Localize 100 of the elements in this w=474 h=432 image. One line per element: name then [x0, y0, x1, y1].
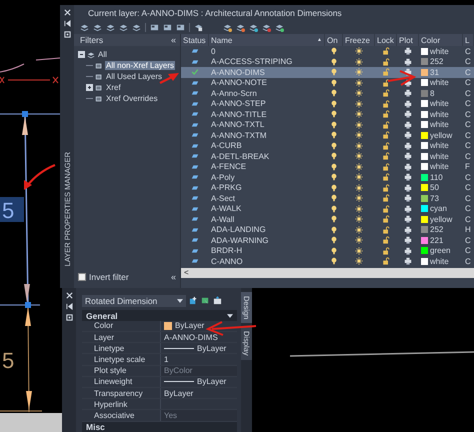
padlock-icon[interactable] — [382, 120, 390, 129]
color-swatch[interactable] — [421, 68, 428, 76]
color-swatch[interactable] — [421, 48, 428, 55]
sun-icon[interactable] — [355, 89, 363, 98]
printer-icon[interactable] — [404, 47, 412, 56]
color-swatch[interactable] — [421, 247, 428, 254]
padlock-icon[interactable] — [382, 257, 390, 266]
invert-filter-checkbox[interactable] — [78, 273, 86, 281]
auto-hide-icon[interactable] — [66, 303, 72, 310]
layer-row[interactable]: A-FENCE white F — [181, 162, 474, 172]
grip-handle[interactable] — [25, 302, 31, 308]
padlock-icon[interactable] — [382, 226, 390, 234]
section-header[interactable]: Misc — [82, 422, 237, 432]
property-value[interactable]: A-ANNO-DIMS — [164, 332, 218, 342]
printer-icon[interactable] — [404, 78, 412, 87]
column-header[interactable]: L — [465, 36, 470, 44]
layer-row[interactable]: A-ANNO-NOTE white C — [181, 78, 474, 88]
sun-icon[interactable] — [355, 120, 363, 129]
padlock-icon[interactable] — [382, 68, 390, 76]
printer-icon[interactable] — [404, 236, 412, 244]
layer-row[interactable]: ADA-LANDING 252 H — [181, 224, 474, 235]
sun-icon[interactable] — [355, 184, 363, 192]
layer-row[interactable]: A-ANNO-TXTL white C — [181, 120, 474, 130]
tree-toggle[interactable] — [78, 51, 85, 58]
property-value[interactable]: 1 — [164, 354, 168, 364]
color-swatch[interactable] — [421, 58, 428, 66]
sun-icon[interactable] — [355, 257, 363, 266]
column-header[interactable]: Freeze — [345, 36, 370, 44]
printer-icon[interactable] — [404, 257, 412, 266]
lightbulb-icon[interactable] — [330, 226, 338, 234]
printer-icon[interactable] — [404, 173, 412, 182]
sun-icon[interactable] — [355, 131, 363, 140]
quick-select-icon[interactable] — [189, 296, 198, 306]
printer-icon[interactable] — [404, 162, 412, 171]
tree-item[interactable]: All non-Xref Layers — [105, 61, 176, 70]
sun-icon[interactable] — [355, 100, 363, 108]
padlock-icon[interactable] — [382, 194, 390, 202]
color-swatch[interactable] — [421, 110, 428, 118]
sun-icon[interactable] — [355, 110, 363, 118]
lightbulb-icon[interactable] — [330, 194, 338, 202]
column-header[interactable]: Plot — [399, 36, 413, 44]
lightbulb-icon[interactable] — [330, 131, 338, 140]
column-header[interactable]: Color — [421, 36, 440, 44]
padlock-icon[interactable] — [382, 246, 390, 255]
layer-row[interactable]: A-ANNO-TXTM yellow C — [181, 130, 474, 140]
layer-row[interactable]: A-ANNO-TITLE white C — [181, 109, 474, 120]
printer-icon[interactable] — [404, 152, 412, 160]
printer-icon[interactable] — [404, 68, 412, 76]
lightbulb-icon[interactable] — [330, 100, 338, 108]
lightbulb-icon[interactable] — [330, 246, 338, 255]
tree-toggle[interactable] — [86, 84, 93, 91]
tree-item[interactable]: Xref — [105, 83, 122, 92]
layer-row[interactable]: A-CURB white C — [181, 140, 474, 151]
layer-row[interactable]: A-WALK cyan C — [181, 204, 474, 214]
sun-icon[interactable] — [355, 142, 363, 150]
sun-icon[interactable] — [355, 68, 363, 76]
close-icon[interactable] — [64, 9, 70, 16]
padlock-icon[interactable] — [382, 47, 390, 56]
lightbulb-icon[interactable] — [330, 58, 338, 66]
color-swatch[interactable] — [421, 90, 428, 97]
lightbulb-icon[interactable] — [330, 47, 338, 56]
object-type-dropdown[interactable]: Rotated Dimension — [82, 294, 186, 307]
padlock-icon[interactable] — [382, 215, 390, 224]
property-value[interactable]: ByLayer — [197, 377, 226, 386]
close-icon[interactable] — [66, 292, 72, 299]
lightbulb-icon[interactable] — [330, 68, 338, 76]
sun-icon[interactable] — [355, 162, 363, 171]
auto-hide-icon[interactable] — [64, 20, 70, 27]
padlock-icon[interactable] — [382, 100, 390, 108]
layer-row[interactable]: A-Wall yellow C — [181, 214, 474, 224]
collapse-button[interactable]: « — [170, 35, 176, 45]
padlock-icon[interactable] — [382, 110, 390, 118]
layer-row[interactable]: BRDR-H green C — [181, 246, 474, 256]
printer-icon[interactable] — [404, 89, 412, 98]
sun-icon[interactable] — [355, 78, 363, 87]
printer-icon[interactable] — [404, 226, 412, 234]
settings-icon[interactable] — [64, 31, 70, 38]
padlock-icon[interactable] — [382, 89, 390, 98]
color-swatch[interactable] — [421, 194, 428, 202]
layer-row[interactable]: A-DETL-BREAK white C — [181, 151, 474, 162]
pickadd-icon[interactable] — [213, 296, 222, 306]
lightbulb-icon[interactable] — [330, 110, 338, 118]
padlock-icon[interactable] — [382, 78, 390, 87]
lightbulb-icon[interactable] — [330, 152, 338, 160]
lightbulb-icon[interactable] — [330, 89, 338, 98]
lightbulb-icon[interactable] — [330, 78, 338, 87]
property-value[interactable]: ByLayer — [197, 344, 226, 353]
sun-icon[interactable] — [355, 215, 363, 224]
section-header[interactable]: General — [82, 310, 237, 321]
lightbulb-icon[interactable] — [330, 236, 338, 244]
layer-row[interactable]: A-Anno-Scrn 8 C — [181, 88, 474, 98]
color-swatch[interactable] — [421, 79, 428, 86]
tree-item[interactable]: All — [97, 50, 108, 59]
color-swatch[interactable] — [421, 236, 428, 244]
lightbulb-icon[interactable] — [330, 204, 338, 213]
color-swatch[interactable] — [421, 142, 428, 150]
select-objects-icon[interactable] — [201, 296, 210, 306]
lightbulb-icon[interactable] — [330, 120, 338, 129]
layer-row[interactable]: C-ANNO white C — [181, 256, 474, 266]
sun-icon[interactable] — [355, 226, 363, 234]
